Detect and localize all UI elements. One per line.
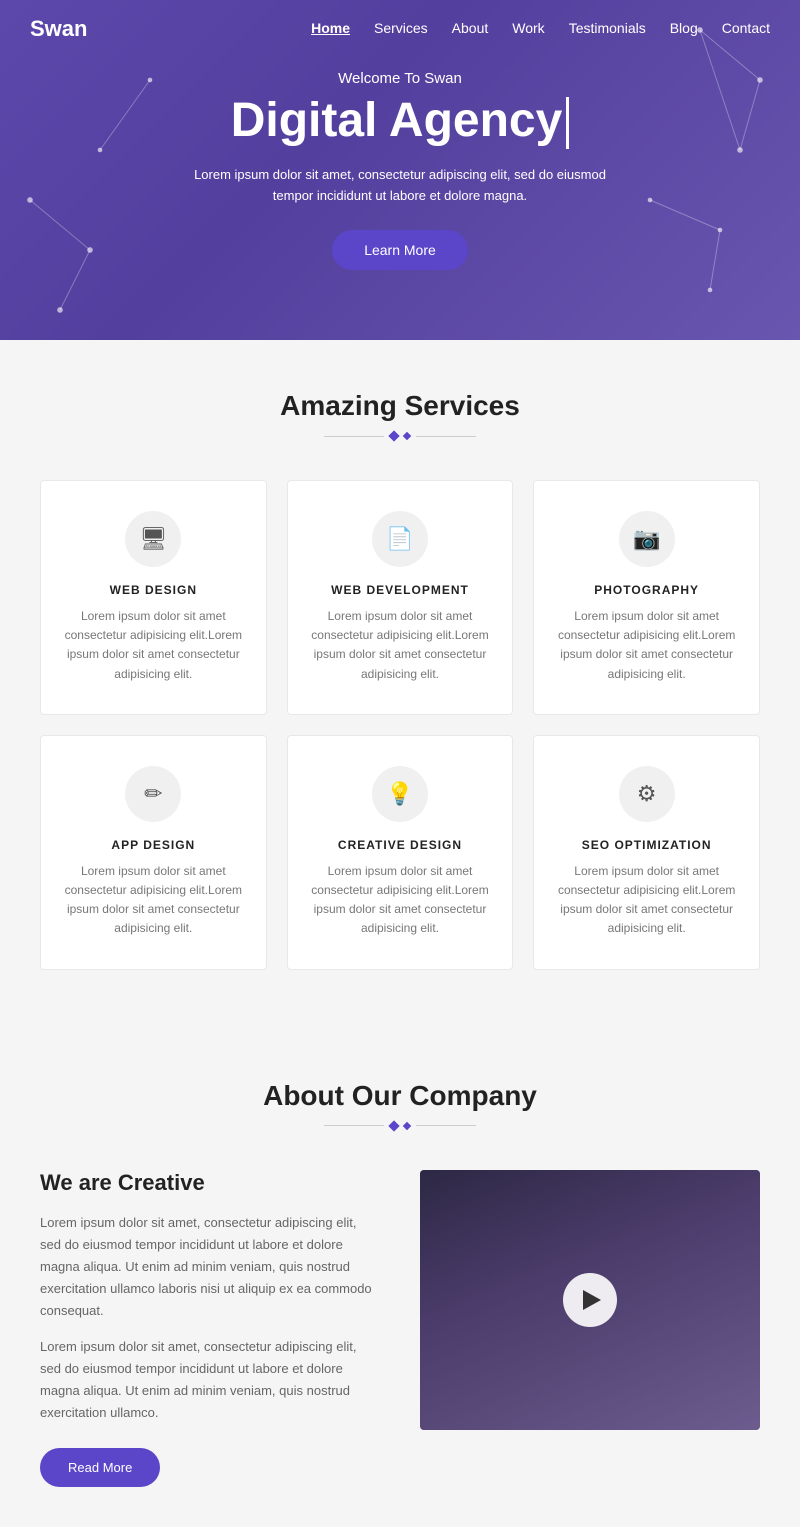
service-icon-wrap: 🖥 [125,511,181,567]
hero-welcome: Welcome To Swan [190,70,610,87]
service-title-1: WEB DEVELOPMENT [308,583,493,597]
service-icon-wrap: ⚙ [619,766,675,822]
about-content: We are Creative Lorem ipsum dolor sit am… [40,1170,760,1527]
about-section: About Our Company We are Creative Lorem … [0,1030,800,1527]
service-card-1: 📄 WEB DEVELOPMENT Lorem ipsum dolor sit … [287,480,514,715]
learn-more-button[interactable]: Learn More [332,230,468,270]
services-title: Amazing Services [40,390,760,422]
nav-links: Home Services About Work Testimonials Bl… [311,20,770,38]
service-icon-wrap: 💡 [372,766,428,822]
service-card-0: 🖥 WEB DESIGN Lorem ipsum dolor sit amet … [40,480,267,715]
nav-item-about[interactable]: About [452,20,489,38]
service-desc-4: Lorem ipsum dolor sit amet consectetur a… [308,862,493,939]
service-desc-1: Lorem ipsum dolor sit amet consectetur a… [308,607,493,684]
nav-item-services[interactable]: Services [374,20,428,38]
services-grid: 🖥 WEB DESIGN Lorem ipsum dolor sit amet … [40,480,760,970]
nav-item-home[interactable]: Home [311,20,350,38]
service-title-3: APP DESIGN [61,838,246,852]
hero-desc: Lorem ipsum dolor sit amet, consectetur … [190,165,610,207]
service-title-5: SEO OPTIMIZATION [554,838,739,852]
nav-item-contact[interactable]: Contact [722,20,770,38]
service-card-4: 💡 CREATIVE DESIGN Lorem ipsum dolor sit … [287,735,514,970]
navbar: Swan Home Services About Work Testimonia… [0,0,800,58]
service-desc-2: Lorem ipsum dolor sit amet consectetur a… [554,607,739,684]
service-desc-5: Lorem ipsum dolor sit amet consectetur a… [554,862,739,939]
nav-item-blog[interactable]: Blog [670,20,698,38]
about-divider [40,1122,760,1130]
service-icon-5: ⚙ [637,781,657,807]
about-right [420,1170,760,1527]
service-title-0: WEB DESIGN [61,583,246,597]
nav-item-work[interactable]: Work [512,20,544,38]
service-title-4: CREATIVE DESIGN [308,838,493,852]
services-section: Amazing Services 🖥 WEB DESIGN Lorem ipsu… [0,340,800,1030]
hero-title: Digital Agency [190,95,610,149]
services-divider [40,432,760,440]
service-card-2: 📷 PHOTOGRAPHY Lorem ipsum dolor sit amet… [533,480,760,715]
service-icon-wrap: ✏ [125,766,181,822]
about-heading: We are Creative [40,1170,380,1196]
about-title: About Our Company [40,1080,760,1112]
service-desc-0: Lorem ipsum dolor sit amet consectetur a… [61,607,246,684]
service-title-2: PHOTOGRAPHY [554,583,739,597]
service-card-3: ✏ APP DESIGN Lorem ipsum dolor sit amet … [40,735,267,970]
service-icon-1: 📄 [386,526,413,552]
service-desc-3: Lorem ipsum dolor sit amet consectetur a… [61,862,246,939]
about-left: We are Creative Lorem ipsum dolor sit am… [40,1170,380,1527]
service-icon-2: 📷 [633,526,660,552]
service-icon-wrap: 📷 [619,511,675,567]
about-cta-button[interactable]: Read More [40,1448,160,1487]
about-para1: Lorem ipsum dolor sit amet, consectetur … [40,1212,380,1322]
logo: Swan [30,16,87,42]
nav-item-testimonials[interactable]: Testimonials [569,20,646,38]
play-icon [583,1290,601,1310]
about-para2: Lorem ipsum dolor sit amet, consectetur … [40,1336,380,1424]
service-card-5: ⚙ SEO OPTIMIZATION Lorem ipsum dolor sit… [533,735,760,970]
service-icon-wrap: 📄 [372,511,428,567]
service-icon-4: 💡 [386,781,413,807]
service-icon-0: 🖥 [139,526,167,552]
about-video-thumbnail[interactable] [420,1170,760,1430]
service-icon-3: ✏ [144,781,162,807]
video-play-button[interactable] [563,1273,617,1327]
